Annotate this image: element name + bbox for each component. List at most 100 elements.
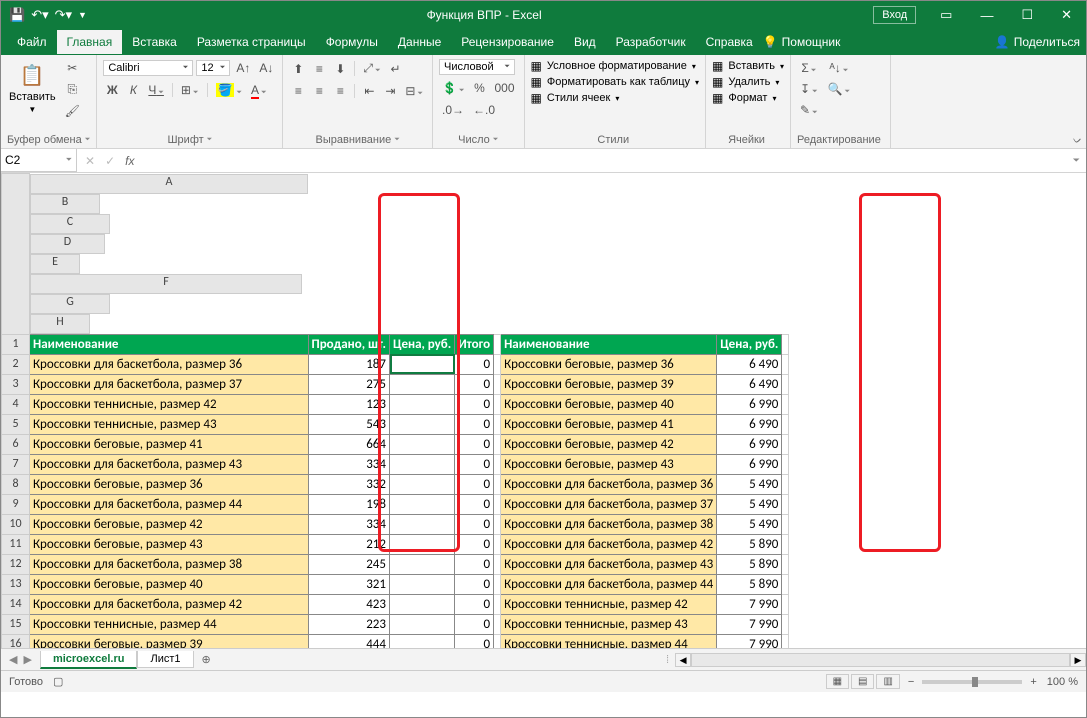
tab-home[interactable]: Главная — [57, 30, 123, 54]
macro-recorder-icon[interactable]: ▢ — [53, 675, 63, 688]
hscroll-right-icon[interactable]: ▶ — [1070, 653, 1086, 667]
cell-E5[interactable] — [494, 414, 501, 434]
cell-F12[interactable]: Кроссовки для баскетбола, размер 43 — [501, 554, 717, 574]
cut-icon[interactable]: ✂ — [62, 59, 83, 77]
collapse-ribbon-icon[interactable]: ᨆ — [1073, 135, 1082, 146]
paste-button[interactable]: 📋 Вставить ▼ — [7, 59, 58, 116]
col-header-D[interactable]: D — [30, 234, 105, 254]
cell-F4[interactable]: Кроссовки беговые, размер 40 — [501, 394, 717, 414]
ribbon-options-icon[interactable]: ▭ — [926, 3, 966, 27]
row-header-7[interactable]: 7 — [2, 454, 30, 474]
cell-B6[interactable]: 664 — [308, 434, 390, 454]
decrease-indent-icon[interactable]: ⇤ — [360, 82, 378, 100]
cell-H6[interactable] — [782, 434, 789, 454]
cell-G16[interactable]: 7 990 — [717, 634, 782, 648]
format-cells-button[interactable]: ▦Формат▾ — [712, 91, 776, 105]
cell-F10[interactable]: Кроссовки для баскетбола, размер 38 — [501, 514, 717, 534]
border-icon[interactable]: ⊞ — [178, 81, 202, 99]
enter-formula-icon[interactable]: ✓ — [105, 154, 115, 168]
zoom-slider[interactable] — [922, 680, 1022, 684]
percent-icon[interactable]: % — [471, 79, 489, 97]
cell-G1[interactable]: Цена, руб. — [717, 334, 782, 354]
minimize-button[interactable]: — — [966, 4, 1007, 27]
cell-B14[interactable]: 423 — [308, 594, 390, 614]
cell-F5[interactable]: Кроссовки беговые, размер 41 — [501, 414, 717, 434]
zoom-level[interactable]: 100 % — [1047, 676, 1078, 688]
normal-view-icon[interactable]: ▦ — [826, 674, 849, 689]
align-right-icon[interactable]: ≡ — [331, 82, 349, 100]
zoom-out-icon[interactable]: − — [908, 676, 914, 688]
cell-E2[interactable] — [494, 354, 501, 374]
merge-icon[interactable]: ⊟ — [402, 82, 426, 100]
cell-A3[interactable]: Кроссовки для баскетбола, размер 37 — [30, 374, 309, 394]
assistant-button[interactable]: 💡Помощник — [763, 35, 841, 49]
cell-C14[interactable] — [390, 594, 455, 614]
cell-E8[interactable] — [494, 474, 501, 494]
tab-developer[interactable]: Разработчик — [606, 30, 696, 54]
page-layout-view-icon[interactable]: ▤ — [851, 674, 874, 689]
cell-G7[interactable]: 6 990 — [717, 454, 782, 474]
save-icon[interactable]: 💾 — [9, 7, 25, 23]
cell-B3[interactable]: 275 — [308, 374, 390, 394]
comma-icon[interactable]: 000 — [492, 79, 518, 97]
close-button[interactable]: ✕ — [1047, 3, 1086, 27]
tab-review[interactable]: Рецензирование — [451, 30, 564, 54]
row-header-11[interactable]: 11 — [2, 534, 30, 554]
decrease-font-icon[interactable]: A↓ — [256, 59, 276, 77]
cell-C9[interactable] — [390, 494, 455, 514]
cell-H13[interactable] — [782, 574, 789, 594]
conditional-formatting-button[interactable]: ▦Условное форматирование▾ — [531, 59, 696, 73]
cell-C1[interactable]: Цена, руб. — [390, 334, 455, 354]
cell-G4[interactable]: 6 990 — [717, 394, 782, 414]
cell-B15[interactable]: 223 — [308, 614, 390, 634]
cell-H12[interactable] — [782, 554, 789, 574]
cell-D9[interactable]: 0 — [455, 494, 494, 514]
cell-D8[interactable]: 0 — [455, 474, 494, 494]
cell-E13[interactable] — [494, 574, 501, 594]
cell-C12[interactable] — [390, 554, 455, 574]
cell-H5[interactable] — [782, 414, 789, 434]
cell-E10[interactable] — [494, 514, 501, 534]
cell-G11[interactable]: 5 890 — [717, 534, 782, 554]
cell-F13[interactable]: Кроссовки для баскетбола, размер 44 — [501, 574, 717, 594]
clear-icon[interactable]: ✎ — [797, 101, 821, 119]
cell-F2[interactable]: Кроссовки беговые, размер 36 — [501, 354, 717, 374]
cell-D6[interactable]: 0 — [455, 434, 494, 454]
cancel-formula-icon[interactable]: ✕ — [85, 154, 95, 168]
row-header-3[interactable]: 3 — [2, 374, 30, 394]
cell-E9[interactable] — [494, 494, 501, 514]
cell-B9[interactable]: 198 — [308, 494, 390, 514]
cell-D11[interactable]: 0 — [455, 534, 494, 554]
cell-D15[interactable]: 0 — [455, 614, 494, 634]
qat-more-icon[interactable]: ▼ — [78, 10, 87, 20]
col-header-A[interactable]: A — [30, 174, 308, 194]
cell-E11[interactable] — [494, 534, 501, 554]
row-header-2[interactable]: 2 — [2, 354, 30, 374]
row-header-8[interactable]: 8 — [2, 474, 30, 494]
cell-A10[interactable]: Кроссовки беговые, размер 42 — [30, 514, 309, 534]
orientation-icon[interactable]: ⤢ — [360, 59, 383, 78]
cell-D4[interactable]: 0 — [455, 394, 494, 414]
row-header-6[interactable]: 6 — [2, 434, 30, 454]
cell-A6[interactable]: Кроссовки беговые, размер 41 — [30, 434, 309, 454]
cell-B13[interactable]: 321 — [308, 574, 390, 594]
cell-H9[interactable] — [782, 494, 789, 514]
row-header-15[interactable]: 15 — [2, 614, 30, 634]
cell-G10[interactable]: 5 490 — [717, 514, 782, 534]
cell-C4[interactable] — [390, 394, 455, 414]
cell-H1[interactable] — [782, 334, 789, 354]
fill-icon[interactable]: ↧ — [797, 80, 821, 98]
cell-A13[interactable]: Кроссовки беговые, размер 40 — [30, 574, 309, 594]
cell-H14[interactable] — [782, 594, 789, 614]
share-button[interactable]: 👤Поделиться — [995, 35, 1080, 49]
wrap-text-icon[interactable]: ↵ — [387, 60, 405, 78]
cell-G5[interactable]: 6 990 — [717, 414, 782, 434]
cell-D7[interactable]: 0 — [455, 454, 494, 474]
cell-G8[interactable]: 5 490 — [717, 474, 782, 494]
cell-A11[interactable]: Кроссовки беговые, размер 43 — [30, 534, 309, 554]
cell-H8[interactable] — [782, 474, 789, 494]
increase-font-icon[interactable]: A↑ — [233, 59, 253, 77]
row-header-16[interactable]: 16 — [2, 634, 30, 648]
cell-E6[interactable] — [494, 434, 501, 454]
cell-E3[interactable] — [494, 374, 501, 394]
